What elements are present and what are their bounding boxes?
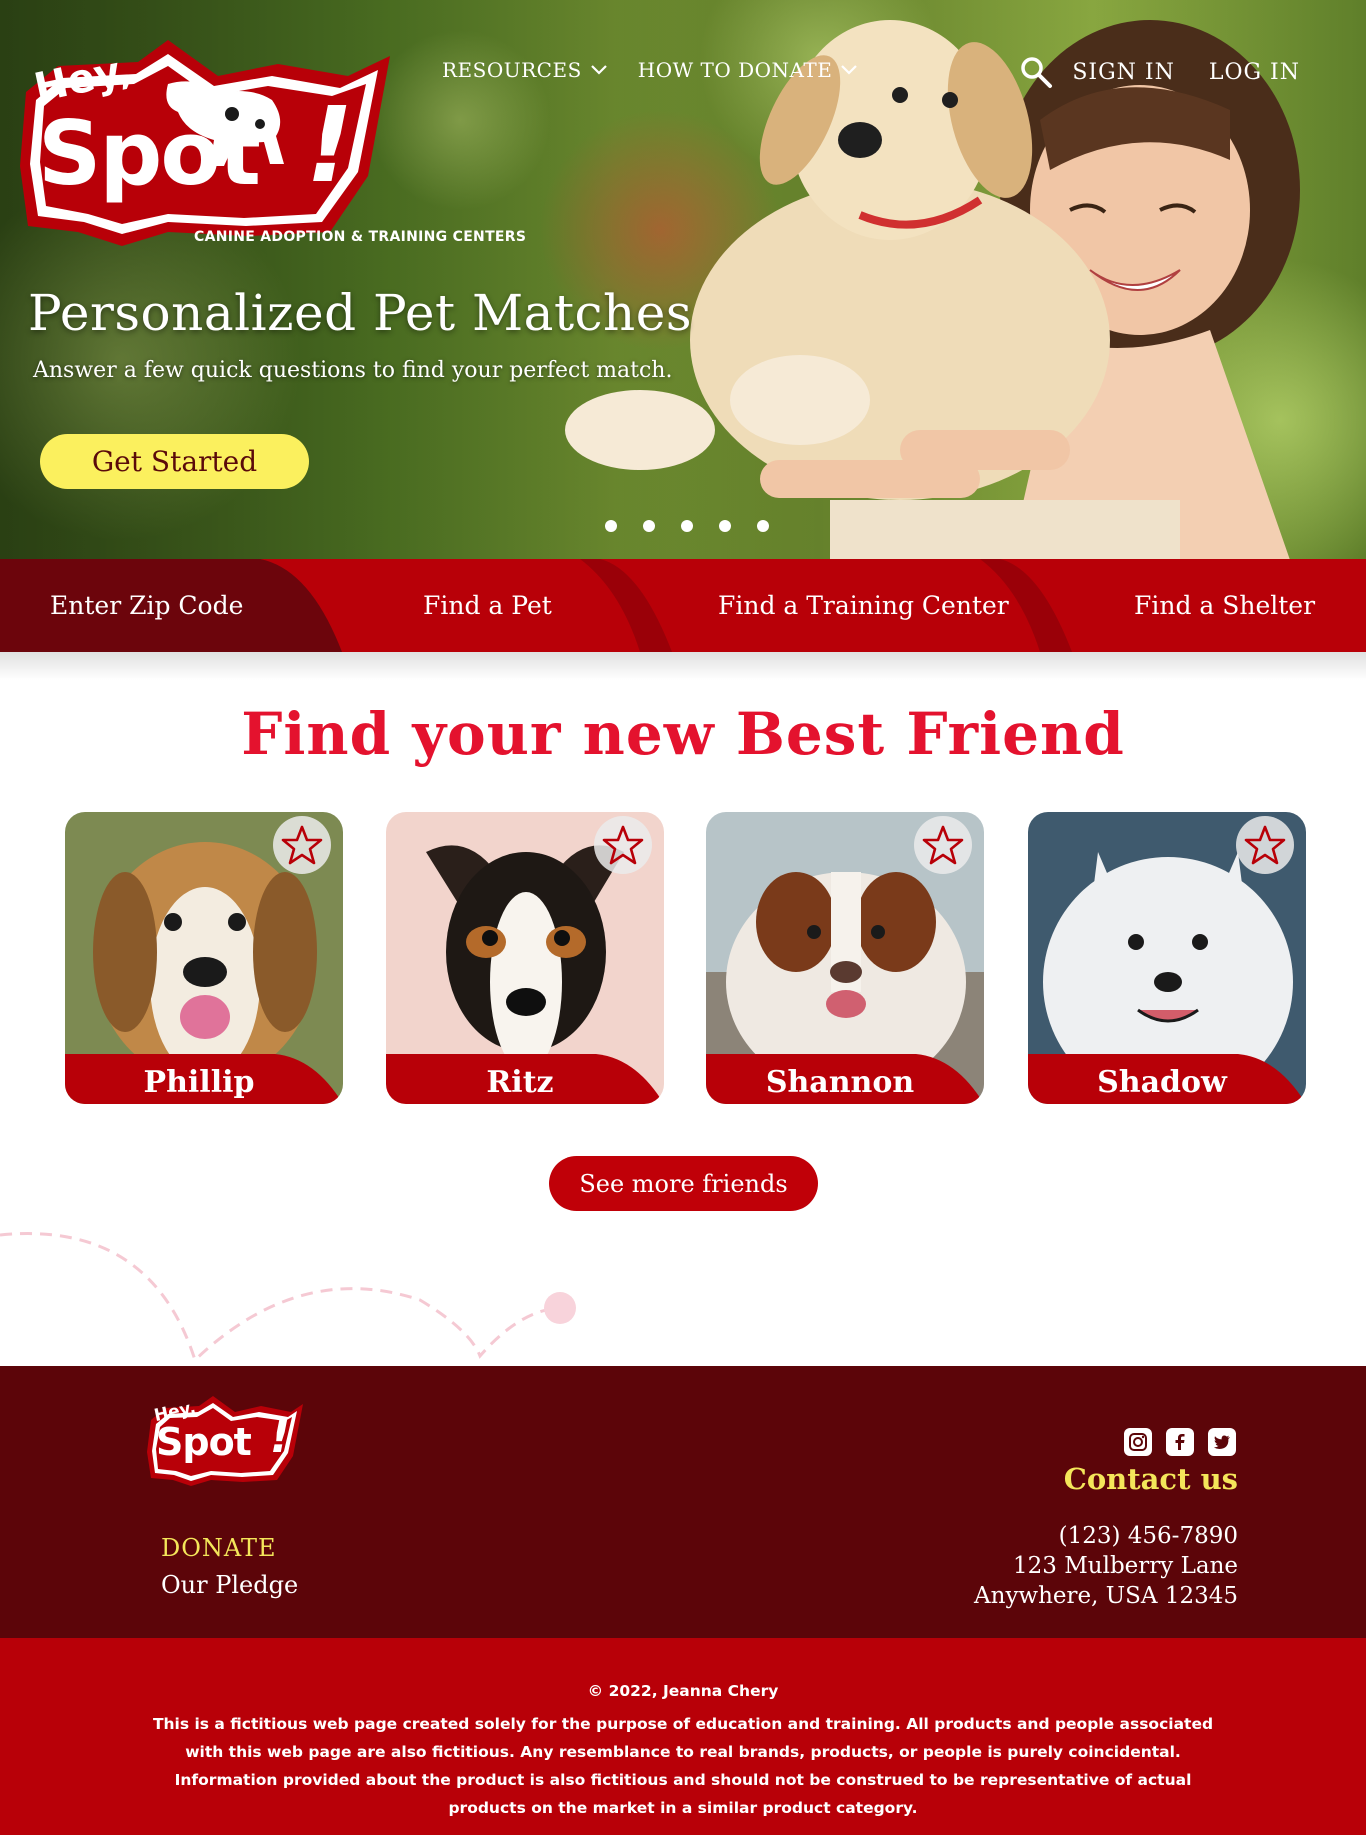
social-links	[1124, 1428, 1236, 1456]
contact-phone[interactable]: (123) 456-7890	[1059, 1523, 1238, 1549]
footer-donate-link[interactable]: DONATE	[161, 1534, 276, 1562]
footer-pledge-link[interactable]: Our Pledge	[161, 1571, 298, 1599]
hero-title: Personalized Pet Matches	[28, 284, 693, 342]
pet-card[interactable]: Phillip	[65, 812, 343, 1104]
carousel-dots	[605, 520, 769, 532]
nav-how-to-donate-label: HOW TO DONATE	[637, 58, 833, 82]
star-icon	[1244, 825, 1286, 865]
favorite-star-button[interactable]	[594, 816, 652, 874]
pet-name: Shannon	[765, 1065, 915, 1100]
instagram-icon[interactable]	[1124, 1428, 1152, 1456]
carousel-dot[interactable]	[643, 520, 655, 532]
nav-how-to-donate[interactable]: HOW TO DONATE	[638, 58, 859, 82]
find-training-center-button[interactable]: Find a Training Center	[718, 559, 1009, 652]
quick-search-bar: Enter Zip Code Find a Pet Find a Trainin…	[0, 559, 1366, 652]
find-shelter-button[interactable]: Find a Shelter	[1134, 559, 1315, 652]
favorite-star-button[interactable]	[1236, 816, 1294, 874]
hero-banner: Hey, Spot ! CANINE ADOPTION & TRAINING C…	[0, 0, 1366, 560]
facebook-icon[interactable]	[1166, 1428, 1194, 1456]
contact-address-line2: Anywhere, USA 12345	[974, 1583, 1238, 1609]
logo-tagline: CANINE ADOPTION & TRAINING CENTERS	[194, 229, 527, 245]
contact-address-line1: 123 Mulberry Lane	[1013, 1553, 1238, 1579]
find-a-pet-button[interactable]: Find a Pet	[423, 559, 552, 652]
disclaimer: This is a fictitious web page created so…	[152, 1715, 1214, 1817]
pet-name: Shadow	[1097, 1065, 1227, 1100]
logo-text-bang: !	[306, 84, 354, 206]
decorative-dashed-trail	[0, 1232, 576, 1363]
pet-name: Ritz	[486, 1065, 554, 1100]
star-icon	[281, 825, 323, 865]
carousel-dot[interactable]	[757, 520, 769, 532]
favorite-star-button[interactable]	[914, 816, 972, 874]
search-bar-shadow	[0, 652, 1366, 680]
chevron-down-icon	[841, 65, 858, 75]
footer-logo-spot: Spot	[156, 1420, 252, 1464]
carousel-dot[interactable]	[605, 520, 617, 532]
pet-card[interactable]: Shannon	[706, 812, 984, 1104]
pet-card[interactable]: Ritz	[386, 812, 664, 1104]
carousel-dot[interactable]	[681, 520, 693, 532]
footer-logo-bang: !	[270, 1412, 291, 1463]
logo-text-spot: Spot	[38, 102, 261, 205]
log-in-link[interactable]: LOG IN	[1209, 60, 1300, 85]
pet-card[interactable]: Shadow	[1028, 812, 1306, 1104]
contact-us-heading: Contact us	[1063, 1462, 1238, 1496]
see-more-friends-button[interactable]: See more friends	[549, 1156, 818, 1211]
sign-in-link[interactable]: SIGN IN	[1072, 60, 1175, 85]
get-started-button[interactable]: Get Started	[40, 434, 309, 489]
nav-resources-label: RESOURCES	[442, 58, 582, 82]
search-icon[interactable]	[1018, 54, 1054, 90]
twitter-icon[interactable]	[1208, 1428, 1236, 1456]
zip-code-input[interactable]: Enter Zip Code	[50, 559, 243, 652]
section-title: Find your new Best Friend	[241, 700, 1125, 768]
main-nav: RESOURCES HOW TO DONATE	[442, 58, 858, 82]
nav-resources[interactable]: RESOURCES	[442, 58, 608, 82]
chevron-down-icon	[591, 65, 607, 75]
star-icon	[922, 825, 964, 865]
carousel-dot[interactable]	[719, 520, 731, 532]
account-nav: SIGN IN LOG IN	[1018, 54, 1300, 90]
favorite-star-button[interactable]	[273, 816, 331, 874]
pet-name: Phillip	[143, 1065, 255, 1100]
copyright: © 2022, Jeanna Chery	[587, 1682, 779, 1700]
star-icon	[602, 825, 644, 865]
hero-subtitle: Answer a few quick questions to find you…	[33, 358, 673, 383]
